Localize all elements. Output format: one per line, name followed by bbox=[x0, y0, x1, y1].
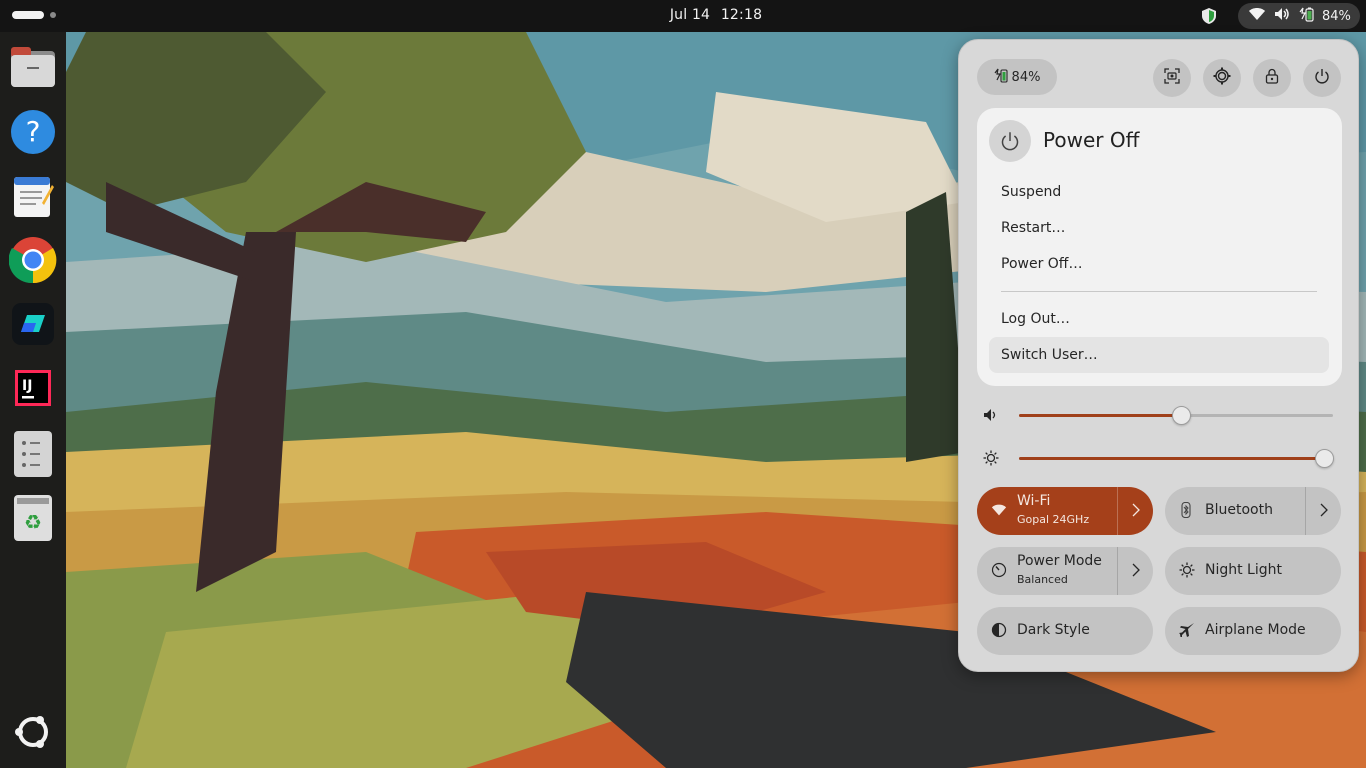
chevron-right-icon bbox=[1132, 502, 1140, 521]
battery-icon bbox=[994, 67, 1008, 87]
wifi-toggle[interactable]: Wi-Fi Gopal 24GHz bbox=[977, 487, 1153, 535]
airplane-mode-toggle[interactable]: Airplane Mode bbox=[1165, 607, 1341, 655]
battery-percentage: 84% bbox=[1011, 69, 1041, 85]
chrome-icon[interactable] bbox=[9, 236, 57, 284]
volume-fill bbox=[1019, 414, 1182, 417]
volume-icon bbox=[983, 407, 999, 426]
text-editor-icon[interactable] bbox=[9, 172, 57, 220]
trash-icon[interactable]: ♻ bbox=[9, 494, 57, 542]
top-bar: Jul 14 12:18 84% bbox=[0, 0, 1366, 32]
power-icon bbox=[1314, 68, 1330, 88]
restart-menu-item[interactable]: Restart… bbox=[989, 210, 1329, 246]
brightness-knob[interactable] bbox=[1315, 449, 1334, 468]
night-light-icon bbox=[1179, 562, 1195, 582]
lock-icon bbox=[1265, 68, 1279, 88]
svg-text:♻: ♻ bbox=[24, 510, 42, 534]
dark-style-toggle[interactable]: Dark Style bbox=[977, 607, 1153, 655]
power-menu-title: Power Off bbox=[1043, 128, 1140, 152]
battery-percentage: 84% bbox=[1322, 8, 1351, 24]
quick-settings-header: 84% bbox=[977, 57, 1342, 97]
app-grid-icon[interactable] bbox=[9, 430, 57, 478]
bluetooth-toggle[interactable]: Bluetooth bbox=[1165, 487, 1341, 535]
power-mode-label: Power Mode bbox=[1017, 553, 1102, 569]
clock-time: 12:18 bbox=[720, 7, 763, 23]
ubuntu-logo-icon[interactable] bbox=[9, 708, 57, 756]
bluetooth-label: Bluetooth bbox=[1205, 502, 1273, 518]
intellij-icon[interactable]: IJ bbox=[9, 364, 57, 412]
power-icon bbox=[989, 120, 1031, 162]
night-light-toggle[interactable]: Night Light bbox=[1165, 547, 1341, 595]
power-button[interactable] bbox=[1303, 59, 1341, 97]
wifi-icon bbox=[991, 502, 1007, 521]
gear-icon bbox=[1213, 67, 1231, 89]
wifi-label: Wi-Fi bbox=[1017, 493, 1051, 509]
power-off-menu: Power Off Suspend Restart… Power Off… Lo… bbox=[977, 108, 1342, 386]
power-mode-icon bbox=[991, 562, 1007, 582]
dark-style-icon bbox=[991, 622, 1007, 642]
volume-icon bbox=[1274, 7, 1290, 25]
volume-knob[interactable] bbox=[1172, 406, 1191, 425]
wifi-menu-button[interactable] bbox=[1117, 487, 1153, 535]
wifi-icon bbox=[1248, 7, 1266, 25]
files-icon[interactable] bbox=[9, 44, 57, 92]
settings-button[interactable] bbox=[1203, 59, 1241, 97]
airplane-mode-label: Airplane Mode bbox=[1205, 622, 1306, 638]
svg-text:?: ? bbox=[26, 115, 41, 148]
power-mode-toggle[interactable]: Power Mode Balanced bbox=[977, 547, 1153, 595]
power-mode-value: Balanced bbox=[1017, 573, 1068, 586]
airplane-icon bbox=[1179, 622, 1195, 642]
help-icon[interactable]: ? bbox=[9, 108, 57, 156]
suspend-menu-item[interactable]: Suspend bbox=[989, 174, 1329, 210]
brightness-slider[interactable] bbox=[977, 443, 1342, 473]
menu-separator bbox=[1001, 291, 1317, 292]
app-icon[interactable] bbox=[9, 300, 57, 348]
brightness-fill bbox=[1019, 457, 1325, 460]
dock: ? IJ ♻ bbox=[0, 32, 66, 768]
log-out-menu-item[interactable]: Log Out… bbox=[989, 301, 1329, 337]
volume-slider[interactable] bbox=[977, 400, 1342, 430]
bluetooth-menu-button[interactable] bbox=[1305, 487, 1341, 535]
dark-style-label: Dark Style bbox=[1017, 622, 1090, 638]
quick-settings-panel: 84% Power Off Suspend Restart… Power Off… bbox=[958, 39, 1359, 672]
bluetooth-icon bbox=[1179, 501, 1193, 522]
screenshot-icon bbox=[1164, 68, 1180, 88]
power-mode-menu-button[interactable] bbox=[1117, 547, 1153, 595]
power-off-menu-item[interactable]: Power Off… bbox=[989, 246, 1329, 282]
night-light-label: Night Light bbox=[1205, 562, 1282, 578]
clock[interactable]: Jul 14 12:18 bbox=[0, 7, 1366, 23]
svg-text:IJ: IJ bbox=[22, 378, 32, 394]
security-shield-icon[interactable] bbox=[1200, 7, 1218, 29]
brightness-icon bbox=[983, 450, 999, 470]
wifi-network-name: Gopal 24GHz bbox=[1017, 513, 1090, 526]
battery-chip[interactable]: 84% bbox=[977, 59, 1057, 95]
chevron-right-icon bbox=[1320, 502, 1328, 521]
screenshot-button[interactable] bbox=[1153, 59, 1191, 97]
clock-date: Jul 14 bbox=[669, 7, 711, 23]
system-status-area[interactable]: 84% bbox=[1238, 3, 1360, 29]
chevron-right-icon bbox=[1132, 562, 1140, 581]
lock-button[interactable] bbox=[1253, 59, 1291, 97]
battery-icon bbox=[1298, 6, 1314, 26]
switch-user-menu-item[interactable]: Switch User… bbox=[989, 337, 1329, 373]
